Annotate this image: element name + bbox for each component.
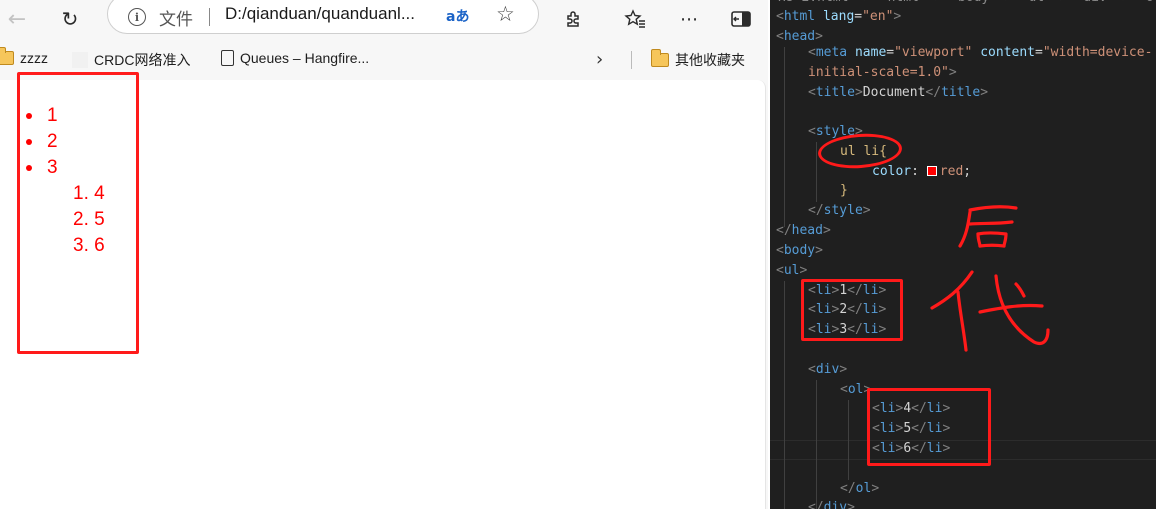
scheme-label: 文件 [159, 10, 193, 30]
document-icon [221, 50, 234, 66]
indent-guide [784, 281, 785, 509]
code-line-html[interactable]: <html lang="en"> [776, 7, 901, 27]
code-line-property[interactable]: color: red; [872, 162, 971, 182]
bookmark-label: Queues – Hangfire... [240, 50, 370, 66]
sidebar-toggle-icon[interactable] [724, 2, 758, 36]
color-swatch-icon[interactable] [926, 166, 937, 176]
other-bookmarks-label: 其他收藏夹 [675, 52, 745, 68]
read-aloud-icon[interactable]: aあ [446, 6, 469, 26]
favorites-icon[interactable] [618, 2, 652, 36]
indent-guide [816, 380, 817, 509]
more-menu-icon[interactable]: ⋯ [672, 2, 706, 36]
handwritten-note-descendant [930, 205, 1050, 352]
blank-page-icon [72, 52, 88, 68]
bookmark-crdc[interactable]: CRDC网络准入 [72, 50, 190, 70]
indent-guide [848, 400, 849, 480]
info-icon[interactable]: i [128, 8, 146, 26]
annotation-box-page [17, 72, 139, 354]
bookmark-zzzz[interactable]: zzzz [0, 47, 48, 66]
indent-guide [816, 142, 817, 202]
code-line-head-close[interactable]: </head> [776, 221, 831, 241]
browser-window: ← ↻ i 文件 D:/qianduan/quanduanl... aあ ☆ ⋯… [0, 0, 768, 509]
annotation-box-ol-items [867, 388, 991, 466]
code-line-title[interactable]: <title>Document</title> [808, 83, 988, 103]
code-line-div[interactable]: <div> [808, 360, 847, 380]
address-separator [209, 8, 210, 26]
extensions-icon[interactable] [557, 2, 591, 36]
bookmark-label: zzzz [20, 50, 48, 66]
reload-icon[interactable]: ↻ [53, 2, 87, 36]
code-line-div-close[interactable]: </div> [808, 498, 855, 509]
address-bar[interactable]: i 文件 D:/qianduan/quanduanl... aあ ☆ [107, 0, 539, 34]
annotation-box-ul-items [801, 279, 903, 341]
code-line-ul[interactable]: <ul> [776, 261, 807, 281]
bookmark-label: CRDC网络准入 [94, 52, 191, 68]
url-text[interactable]: D:/qianduan/quanduanl... [225, 4, 415, 24]
other-bookmarks[interactable]: 其他收藏夹 [651, 49, 745, 70]
bookmarks-bar: zzzz CRDC网络准入 Queues – Hangfire... › 其他收… [0, 42, 768, 76]
code-line-style-close[interactable]: </style> [808, 201, 871, 221]
star-icon[interactable]: ☆ [496, 2, 515, 26]
code-line-meta[interactable]: <meta name="viewport" content="width=dev… [808, 43, 1152, 63]
indent-guide [784, 47, 785, 227]
code-line-body[interactable]: <body> [776, 241, 823, 261]
bookmarks-divider [631, 51, 632, 69]
folder-icon [0, 47, 14, 65]
bookmark-hangfire[interactable]: Queues – Hangfire... [221, 50, 369, 66]
folder-icon [651, 49, 669, 67]
code-line-meta-cont[interactable]: initial-scale=1.0"> [808, 63, 957, 83]
back-arrow-icon[interactable]: ← [0, 2, 34, 36]
chevron-right-icon[interactable]: › [596, 49, 603, 70]
browser-toolbar: ← ↻ i 文件 D:/qianduan/quanduanl... aあ ☆ ⋯ [0, 0, 768, 38]
code-line-ol-close[interactable]: </ol> [840, 479, 879, 499]
code-line-brace[interactable]: } [840, 181, 848, 201]
